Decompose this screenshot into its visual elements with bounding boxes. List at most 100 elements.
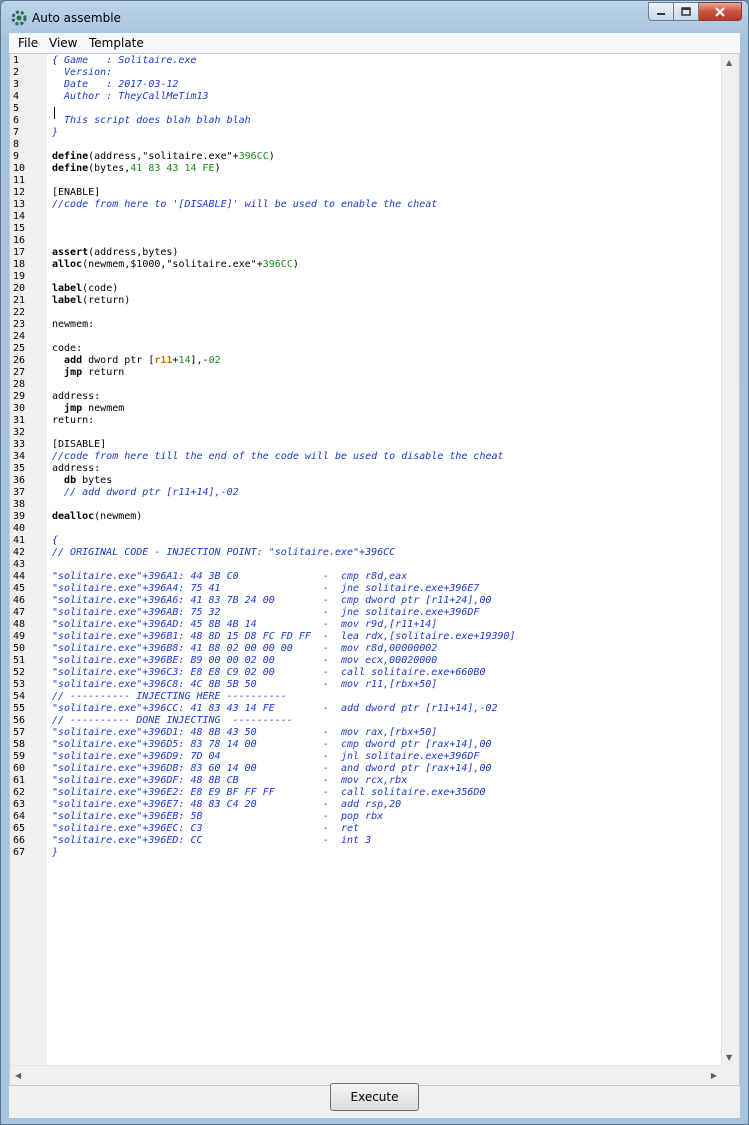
code-token: "solitaire.exe"+396DB: 83 60 14 00 - and… [52,763,492,774]
line-number: 2 [13,67,20,78]
minimize-icon [657,12,665,15]
vertical-scrollbar[interactable]: ▲ ▼ [721,54,739,1066]
code-line: "solitaire.exe"+396C8: 4C 8B 5B 50 - mov… [52,679,437,691]
code-line: "solitaire.exe"+396DF: 48 8B CB - mov rc… [52,775,407,787]
line-number: 14 [13,211,26,222]
line-number: 15 [13,223,26,234]
code-line: alloc(newmem,$1000,"solitaire.exe"+396CC… [52,259,299,271]
scroll-down-icon[interactable]: ▼ [726,1053,732,1062]
code-line: "solitaire.exe"+396AD: 45 8B 4B 14 - mov… [52,619,437,631]
code-token: return [82,367,125,378]
line-number: 19 [13,271,26,282]
code-token: jmp [64,367,83,378]
code-token: "solitaire.exe"+396A1: 44 3B C0 - cmp r8… [52,571,408,582]
code-token: add [64,355,83,366]
code-line: "solitaire.exe"+396E2: E8 E9 BF FF FF - … [52,787,485,799]
code-token: This script does blah blah blah [52,115,251,126]
line-number: 35 [13,463,26,474]
code-line: Author : TheyCallMeTim13 [52,91,209,103]
code-line: { Game : Solitaire.exe [52,55,197,67]
code-line: "solitaire.exe"+396EB: 5B - pop rbx [52,811,383,823]
line-number: 16 [13,235,26,246]
code-line: // ---------- INJECTING HERE ---------- [52,691,287,703]
code-line: newmem: [52,319,94,331]
line-number: 39 [13,511,26,522]
code-line: { [52,535,58,547]
line-number: 29 [13,391,26,402]
line-number: 7 [13,127,20,138]
menu-template[interactable]: Template [89,36,144,50]
line-number: 43 [13,559,26,570]
line-number: 26 [13,355,26,366]
code-token: // ---------- INJECTING HERE ---------- [52,691,287,702]
code-token: ) [214,163,221,174]
code-token: address: [52,391,101,402]
code-line: "solitaire.exe"+396EC: C3 - ret [52,823,359,835]
cheat-engine-icon [11,10,27,26]
line-number: 57 [13,727,26,738]
code-line: "solitaire.exe"+396D9: 7D 04 - jnl solit… [52,751,479,763]
code-token: (bytes, [88,163,131,174]
line-number: 44 [13,571,26,582]
line-number: 23 [13,319,26,330]
code-line: address: [52,391,100,403]
code-line: define(bytes,41 83 43 14 FE) [52,163,221,175]
code-token: jmp [64,403,83,414]
line-number: 52 [13,667,26,678]
line-number: 17 [13,247,26,258]
code-line: define(address,"solitaire.exe"+396CC) [52,151,275,163]
code-token: Version: [52,67,119,78]
line-number: 61 [13,775,26,786]
code-line: "solitaire.exe"+396ED: CC - int 3 [52,835,371,847]
line-number: 9 [13,151,20,162]
close-button[interactable] [699,2,742,21]
line-number: 50 [13,643,26,654]
minimize-button[interactable] [648,2,674,21]
menu-view[interactable]: View [49,36,77,50]
line-number: 42 [13,547,26,558]
menu-file[interactable]: File [18,36,38,50]
scroll-up-icon[interactable]: ▲ [726,58,732,67]
code-token: "solitaire.exe"+396C8: 4C 8B 5B 50 - mov… [52,679,438,690]
code-token: "solitaire.exe"+396ED: CC - int 3 [52,835,372,846]
code-token: //code from here to '[DISABLE]' will be … [52,199,438,210]
maximize-button[interactable] [674,2,699,21]
line-number: 40 [13,523,26,534]
code-token: assert [52,247,89,258]
code-line: jmp newmem [52,403,124,415]
code-line: [DISABLE] [52,439,106,451]
code-line: "solitaire.exe"+396CC: 41 83 43 14 FE - … [52,703,498,715]
window-title: Auto assemble [32,11,121,25]
caption-buttons [648,2,742,22]
code-token: r11 [154,355,173,366]
line-number: 46 [13,595,26,606]
code-token: "solitaire.exe"+396D5: 83 78 14 00 - cmp… [52,739,492,750]
script-editor[interactable]: 1 2 3 4 5 6 7 8 9 10 11 12 13 14 15 16 17 18 19 20 21 22 23 24 2… [9,53,740,1086]
code-line: add dword ptr [r11+14],-02 [52,355,221,367]
code-token: code: [52,343,83,354]
line-number: 55 [13,703,26,714]
line-number: 51 [13,655,26,666]
line-number: 41 [13,535,26,546]
code-token: [DISABLE] [52,439,107,450]
code-area[interactable]: { Game : Solitaire.exe Version: Date : 2… [52,54,715,1066]
menu-bar: File View Template [9,33,740,54]
code-token: address: [52,463,101,474]
code-token: "solitaire.exe"+396CC: 41 83 43 14 FE - … [52,703,498,714]
code-token: "solitaire.exe"+396A4: 75 41 - jne solit… [52,583,480,594]
code-token: ],- [190,355,209,366]
horizontal-scrollbar[interactable]: ◀ ▶ [10,1065,722,1085]
scroll-right-icon[interactable]: ▶ [711,1071,717,1080]
scroll-left-icon[interactable]: ◀ [15,1071,21,1080]
window-client: File View Template 1 2 3 4 5 6 7 8 9 10 11 12 13 14 15… [9,33,740,1118]
maximize-icon [681,7,691,16]
line-number: 66 [13,835,26,846]
execute-button[interactable]: Execute [330,1083,419,1111]
line-number: 3 [13,79,20,90]
code-line: label(return) [52,295,130,307]
title-bar[interactable]: Auto assemble [1,1,748,33]
code-line: "solitaire.exe"+396AB: 75 32 - jne solit… [52,607,479,619]
code-token: "solitaire.exe"+396E7: 48 83 C4 20 - add… [52,799,402,810]
code-token: 41 83 43 14 FE [130,163,215,174]
